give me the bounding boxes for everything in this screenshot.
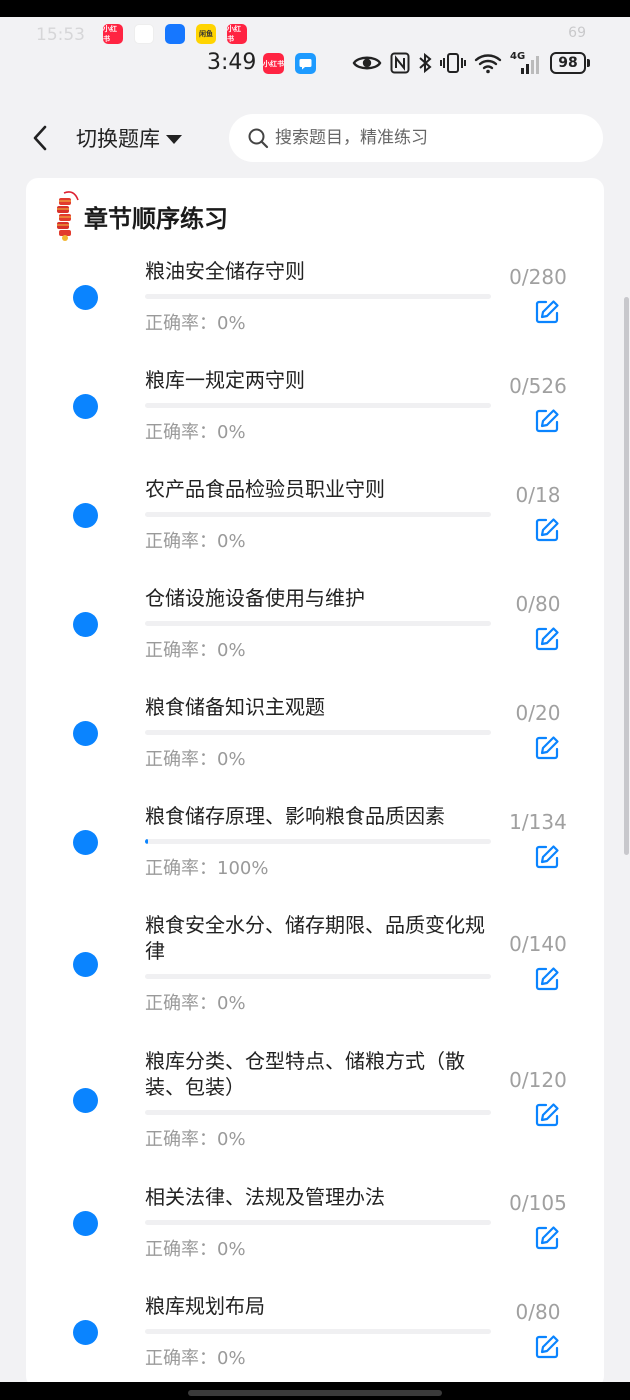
top-black-band xyxy=(0,0,630,17)
nav-bar: 切换题库 xyxy=(0,107,630,169)
chapter-progress-bar xyxy=(145,512,491,517)
edit-icon[interactable] xyxy=(534,1334,560,1360)
scrollbar[interactable] xyxy=(624,297,629,855)
chapter-title: 仓储设施设备使用与维护 xyxy=(145,586,365,610)
edit-icon[interactable] xyxy=(534,844,560,870)
search-input[interactable] xyxy=(275,128,595,148)
status-icons: 4G 98 xyxy=(352,50,590,76)
status-time: 3:49 xyxy=(207,50,257,75)
firecracker-icon xyxy=(57,191,79,241)
edit-icon[interactable] xyxy=(534,517,560,543)
chapter-accuracy: 正确率：0% xyxy=(145,1348,246,1369)
wifi-icon xyxy=(474,54,502,74)
edit-icon[interactable] xyxy=(534,966,560,992)
bluetooth-icon xyxy=(419,52,432,74)
chapter-accuracy: 正确率：0% xyxy=(145,1129,246,1150)
edit-icon[interactable] xyxy=(534,735,560,761)
home-indicator[interactable] xyxy=(188,1390,442,1396)
blue-app-icon xyxy=(165,24,185,44)
chapter-dot-icon xyxy=(73,720,98,746)
signal-icon: 4G xyxy=(510,51,542,75)
vibrate-icon xyxy=(440,53,466,73)
chapter-dot-icon xyxy=(73,1319,98,1345)
ghost-time: 15:53 xyxy=(36,25,85,45)
chapter-progress-bar xyxy=(145,839,491,844)
chapter-count: 0/105 xyxy=(509,1190,567,1215)
message-bubble-icon xyxy=(295,53,316,74)
chapter-count: 0/526 xyxy=(509,373,567,398)
chapter-progress-bar xyxy=(145,294,491,299)
chapter-accuracy: 正确率：0% xyxy=(145,531,246,552)
chapter-count: 0/280 xyxy=(509,264,567,289)
search-icon xyxy=(248,128,269,149)
battery-level: 98 xyxy=(558,55,578,71)
chapter-practice-card: 章节顺序练习 粮油安全储存守则 正确率：0% 0/280 粮库一规定两守则 正确率：0%… xyxy=(26,178,604,1388)
chapter-count: 0/20 xyxy=(515,700,561,725)
chapter-progress-bar xyxy=(145,1110,491,1115)
chapter-progress-bar xyxy=(145,1329,491,1334)
chapter-title: 粮食储备知识主观题 xyxy=(145,695,325,719)
edit-icon[interactable] xyxy=(534,626,560,652)
chapter-title: 粮库分类、仓型特点、储粮方式（散装、包装） xyxy=(145,1049,465,1099)
edit-icon[interactable] xyxy=(534,408,560,434)
chapter-progress-bar xyxy=(145,730,491,735)
chapter-dot-icon xyxy=(73,611,98,637)
chapter-accuracy: 正确率：0% xyxy=(145,749,246,770)
chapter-count: 0/120 xyxy=(509,1067,567,1092)
switch-bank-dropdown[interactable]: 切换题库 xyxy=(76,123,182,153)
search-bar[interactable] xyxy=(229,114,603,162)
chapter-accuracy: 正确率：100% xyxy=(145,858,269,879)
chapter-accuracy: 正确率：0% xyxy=(145,313,246,334)
chapter-count: 1/134 xyxy=(509,809,567,834)
chapter-title: 粮油安全储存守则 xyxy=(145,259,305,283)
chapter-dot-icon xyxy=(73,393,98,419)
battery-icon: 98 xyxy=(550,52,590,74)
chapter-progress-bar xyxy=(145,403,491,408)
chapter-dot-icon xyxy=(73,1210,98,1236)
xiaohongshu-icon: 小红书 xyxy=(103,24,123,44)
card-title: 章节顺序练习 xyxy=(84,204,228,233)
chapter-progress-fill xyxy=(145,839,148,844)
chevron-left-icon xyxy=(33,125,47,151)
chapter-accuracy: 正确率：0% xyxy=(145,422,246,443)
chapter-count: 0/18 xyxy=(515,482,561,507)
chapter-dot-icon xyxy=(73,502,98,528)
chapter-title: 农产品食品检验员职业守则 xyxy=(145,477,385,501)
chapter-dot-icon xyxy=(73,829,98,855)
chapter-accuracy: 正确率：0% xyxy=(145,640,246,661)
edit-icon[interactable] xyxy=(534,1225,560,1251)
chapter-progress-bar xyxy=(145,621,491,626)
eye-icon xyxy=(352,56,382,70)
chapter-count: 0/140 xyxy=(509,931,567,956)
chapter-title: 粮食安全水分、储存期限、品质变化规律 xyxy=(145,913,485,963)
ghost-battery: 69 xyxy=(568,25,586,41)
nfc-icon xyxy=(390,52,410,74)
xiaohongshu-icon-2: 小红书 xyxy=(227,24,247,44)
chapter-accuracy: 正确率：0% xyxy=(145,993,246,1014)
xiaohongshu-icon: 小红书 xyxy=(263,53,284,74)
chapter-accuracy: 正确率：0% xyxy=(145,1239,246,1260)
card-header: 章节顺序练习 xyxy=(50,190,228,242)
chapter-title: 粮库一规定两守则 xyxy=(145,368,305,392)
edit-icon[interactable] xyxy=(534,299,560,325)
yellow-app-icon: 闲鱼 xyxy=(196,24,216,44)
chapter-progress-bar xyxy=(145,1220,491,1225)
chapter-title: 粮库规划布局 xyxy=(145,1294,265,1318)
chapter-dot-icon xyxy=(73,951,98,977)
switch-bank-label: 切换题库 xyxy=(76,127,160,151)
chapter-count: 0/80 xyxy=(515,1299,561,1324)
chapter-title: 粮食储存原理、影响粮食品质因素 xyxy=(145,804,445,828)
sail-app-icon xyxy=(134,24,154,44)
chapter-dot-icon xyxy=(73,284,98,310)
status-bar: 15:53 69 小红书 闲鱼 小红书 3:49 小红书 4G 98 xyxy=(0,17,630,107)
chapter-progress-bar xyxy=(145,974,491,979)
back-button[interactable] xyxy=(26,121,54,155)
chapter-dot-icon xyxy=(73,1087,98,1113)
edit-icon[interactable] xyxy=(534,1102,560,1128)
mini-app-icons: 小红书 闲鱼 小红书 xyxy=(103,24,247,44)
caret-down-icon xyxy=(166,134,182,144)
chapter-count: 0/80 xyxy=(515,591,561,616)
chapter-title: 相关法律、法规及管理办法 xyxy=(145,1185,385,1209)
